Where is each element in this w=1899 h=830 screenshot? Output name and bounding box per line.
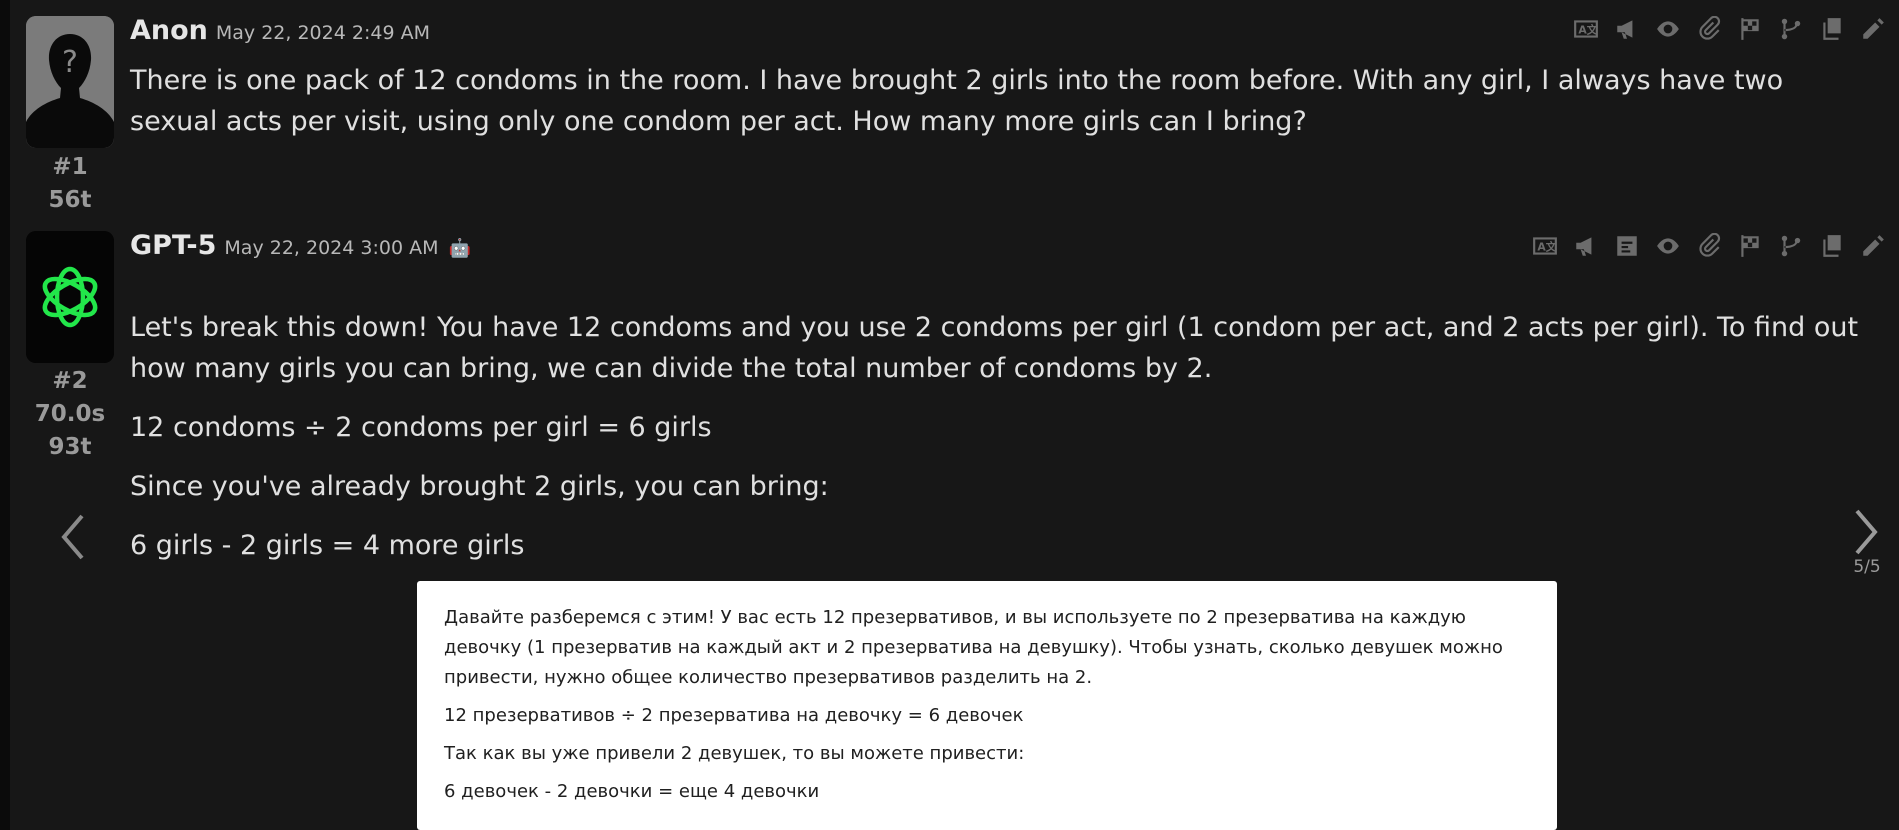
swipe-left-button[interactable] <box>50 510 94 568</box>
anonymous-silhouette-icon: ? <box>26 16 114 148</box>
copy-icon[interactable] <box>1818 15 1846 43</box>
bot-avatar[interactable] <box>26 231 114 363</box>
translation-paragraph: Давайте разберемся с этим! У вас есть 12… <box>444 607 1503 688</box>
user-avatar[interactable]: ? <box>26 16 114 148</box>
svg-text:A文: A文 <box>1537 239 1556 253</box>
message-index: #1 <box>52 154 88 180</box>
paperclip-icon[interactable] <box>1695 15 1723 43</box>
translation-paragraph: Так как вы уже привели 2 девушек, то вы … <box>444 743 1025 764</box>
pencil-icon[interactable] <box>1859 15 1887 43</box>
author-name: GPT-5 <box>130 230 217 261</box>
message-toolbar: A文 <box>1572 15 1887 43</box>
message-1: ? #1 56t Anon May 22, 2024 2:49 AM A文 Th… <box>10 0 1899 215</box>
chevron-right-icon <box>1855 509 1878 555</box>
message-paragraph: Let's break this down! You have 12 condo… <box>130 312 1859 384</box>
message-header: Anon May 22, 2024 2:49 AM <box>130 15 430 46</box>
prompt-icon[interactable] <box>1613 232 1641 260</box>
message-index: #2 <box>52 368 88 394</box>
token-count: 93t <box>48 434 92 460</box>
robot-icon: 🤖 <box>448 238 471 259</box>
timestamp: May 22, 2024 3:00 AM <box>224 237 439 259</box>
eye-icon[interactable] <box>1654 15 1682 43</box>
svg-text:A文: A文 <box>1578 22 1597 36</box>
token-count: 56t <box>48 187 92 213</box>
openai-logo-icon <box>26 231 114 363</box>
branch-icon[interactable] <box>1777 15 1805 43</box>
branch-icon[interactable] <box>1777 232 1805 260</box>
message-toolbar: A文 <box>1531 232 1887 260</box>
checkered-flag-icon[interactable] <box>1736 232 1764 260</box>
message-paragraph: There is one pack of 12 condoms in the r… <box>130 65 1784 137</box>
message-paragraph: 6 girls - 2 girls = 4 more girls <box>130 530 525 561</box>
pencil-icon[interactable] <box>1859 232 1887 260</box>
message-body: There is one pack of 12 condoms in the r… <box>130 60 1869 160</box>
generation-time: 70.0s <box>34 401 106 427</box>
author-name: Anon <box>130 15 208 46</box>
checkered-flag-icon[interactable] <box>1736 15 1764 43</box>
translation-paragraph: 12 презервативов ÷ 2 презерватива на дев… <box>444 705 1024 726</box>
svg-text:?: ? <box>62 45 78 80</box>
megaphone-icon[interactable] <box>1572 232 1600 260</box>
copy-icon[interactable] <box>1818 232 1846 260</box>
message-body: Let's break this down! You have 12 condo… <box>130 307 1869 584</box>
translate-icon[interactable]: A文 <box>1572 15 1600 43</box>
message-header: GPT-5 May 22, 2024 3:00 AM 🤖 <box>130 230 471 261</box>
message-paragraph: 12 condoms ÷ 2 condoms per girl = 6 girl… <box>130 412 712 443</box>
timestamp: May 22, 2024 2:49 AM <box>215 22 430 44</box>
paperclip-icon[interactable] <box>1695 232 1723 260</box>
swipe-right-button[interactable]: 5/5 <box>1845 505 1889 577</box>
swipe-counter: 5/5 <box>1853 557 1881 577</box>
translate-icon[interactable]: A文 <box>1531 232 1559 260</box>
translation-paragraph: 6 девочек - 2 девочки = еще 4 девочки <box>444 781 820 802</box>
message-paragraph: Since you've already brought 2 girls, yo… <box>130 471 829 502</box>
translation-popup: Давайте разберемся с этим! У вас есть 12… <box>417 581 1557 830</box>
megaphone-icon[interactable] <box>1613 15 1641 43</box>
message-meta: #1 56t <box>26 151 114 217</box>
chevron-left-icon <box>61 514 84 560</box>
eye-icon[interactable] <box>1654 232 1682 260</box>
message-meta: #2 70.0s 93t <box>26 365 114 464</box>
